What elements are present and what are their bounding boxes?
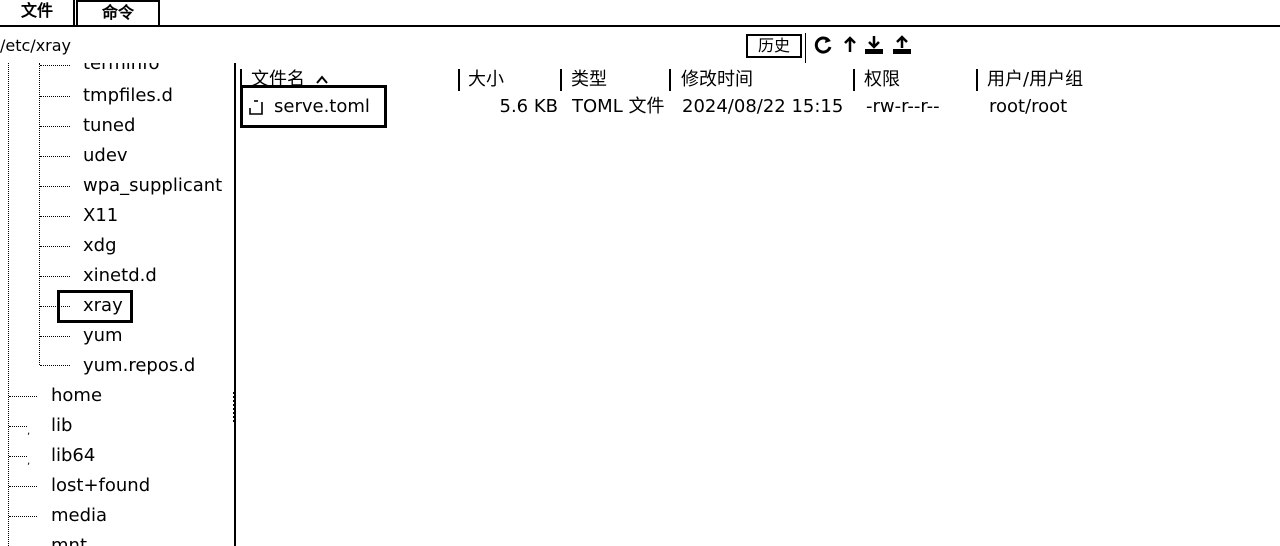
tab-divider <box>73 0 75 26</box>
tree-connector <box>40 96 70 98</box>
download-icon[interactable] <box>864 35 884 55</box>
upload-icon[interactable] <box>892 35 912 55</box>
expand-marker-icon[interactable]: , <box>27 427 30 437</box>
tree-item-lost-found[interactable]: lost+found <box>51 471 150 501</box>
file-owner: root/root <box>989 96 1068 117</box>
tab-bar: 文件 命令 <box>0 0 1280 27</box>
tree-item-yum[interactable]: yum <box>83 321 123 351</box>
tree-item-yum-repos[interactable]: yum.repos.d <box>83 351 195 381</box>
column-separator[interactable] <box>458 69 461 91</box>
path-input[interactable]: /etc/xray <box>0 33 740 59</box>
refresh-icon[interactable] <box>814 35 834 55</box>
selected-folder-highlight <box>57 290 133 323</box>
tree-connector <box>40 365 70 367</box>
tree-item-lib[interactable]: lib <box>51 411 72 441</box>
column-separator[interactable] <box>669 69 672 91</box>
tree-connector <box>9 396 37 398</box>
expand-marker-icon[interactable]: , <box>27 457 30 467</box>
column-header-modified[interactable]: 修改时间 <box>681 69 753 91</box>
tree-item-wpa-supplicant[interactable]: wpa_supplicant <box>83 171 222 201</box>
history-button[interactable]: 历史 <box>746 34 802 58</box>
tree-item-udev[interactable]: udev <box>83 141 128 171</box>
go-up-icon[interactable] <box>840 35 860 55</box>
sort-ascending-icon <box>316 75 328 84</box>
column-separator[interactable] <box>560 69 563 91</box>
tree-item-tmpfiles[interactable]: tmpfiles.d <box>83 81 173 111</box>
tree-guide <box>39 63 41 365</box>
tree-connector <box>9 516 37 518</box>
column-header-owner[interactable]: 用户/用户组 <box>987 69 1083 91</box>
file-permissions: -rw-r--r-- <box>866 96 940 117</box>
tree-connector <box>40 246 70 248</box>
file-size: 5.6 KB <box>499 96 559 117</box>
tree-connector <box>9 486 37 488</box>
tree-connector <box>40 186 70 188</box>
column-separator[interactable] <box>976 69 979 91</box>
path-divider <box>805 33 806 63</box>
tree-item-mnt[interactable]: mnt <box>51 531 87 546</box>
tree-guide-root <box>8 63 10 546</box>
tree-item-lib64[interactable]: lib64 <box>51 441 95 471</box>
file-modified: 2024/08/22 15:15 <box>682 96 844 117</box>
tree-connector <box>9 456 27 458</box>
tree-connector <box>40 276 70 278</box>
tab-command[interactable]: 命令 <box>76 0 160 25</box>
tree-item-tuned[interactable]: tuned <box>83 111 135 141</box>
tree-item-terminfo[interactable]: terminfo <box>83 63 160 79</box>
file-type: TOML 文件 <box>572 96 665 117</box>
tree-connector <box>40 126 70 128</box>
tree-item-x11[interactable]: X11 <box>83 201 118 231</box>
column-header-permissions[interactable]: 权限 <box>864 69 900 91</box>
tab-files[interactable]: 文件 <box>0 0 74 25</box>
tree-item-home[interactable]: home <box>51 381 102 411</box>
tree-item-media[interactable]: media <box>51 501 107 531</box>
column-header-type[interactable]: 类型 <box>571 69 607 91</box>
tree-item-xinetd[interactable]: xinetd.d <box>83 261 157 291</box>
file-list: 文件名 大小 类型 修改时间 权限 用户/用户组 serve.toml 5.6 … <box>240 63 1280 546</box>
column-header-size[interactable]: 大小 <box>468 69 504 91</box>
panel-splitter[interactable] <box>234 63 238 546</box>
selected-file-highlight <box>240 85 387 128</box>
path-bar: /etc/xray 历史 <box>0 27 1280 63</box>
splitter-grip-icon[interactable] <box>233 392 239 422</box>
tree-item-xdg[interactable]: xdg <box>83 231 117 261</box>
tree-connector <box>9 426 27 428</box>
tree-connector <box>40 65 70 67</box>
tree-connector <box>40 156 70 158</box>
folder-tree: terminfo tmpfiles.d tuned udev wpa_suppl… <box>0 63 232 546</box>
tree-connector <box>40 216 70 218</box>
tree-connector <box>40 336 70 338</box>
column-separator[interactable] <box>853 69 856 91</box>
